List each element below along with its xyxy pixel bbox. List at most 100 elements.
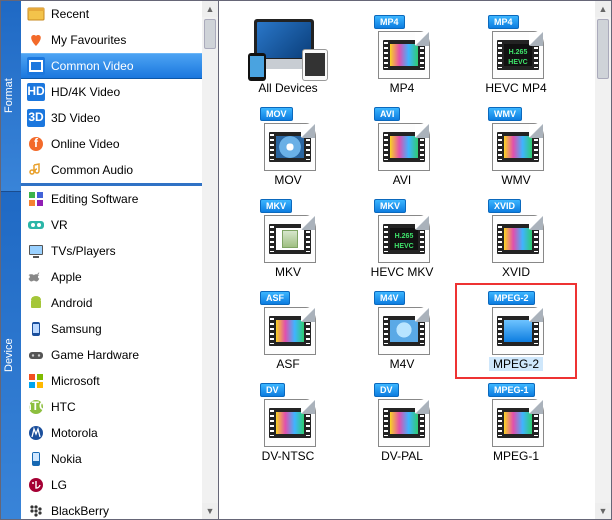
format-caption: MP4 bbox=[390, 81, 415, 95]
sidebar-item-label: LG bbox=[51, 478, 67, 492]
sidebar-item-common-audio[interactable]: Common Audio bbox=[21, 157, 202, 183]
format-tile-wmv[interactable]: WMV WMV bbox=[461, 105, 571, 189]
editing-icon bbox=[27, 190, 45, 208]
format-file-icon: MOV bbox=[256, 109, 320, 171]
format-caption: WMV bbox=[501, 173, 530, 187]
sidebar-scrollbar[interactable]: ▲ ▼ bbox=[202, 1, 218, 519]
sidebar-item-apple[interactable]: Apple bbox=[21, 264, 202, 290]
format-caption: M4V bbox=[390, 357, 415, 371]
sidebar-item-label: Android bbox=[51, 296, 92, 310]
format-tile-mpeg-1[interactable]: MPEG-1 MPEG-1 bbox=[461, 381, 571, 465]
sidebar-item-lg[interactable]: LG bbox=[21, 472, 202, 498]
scroll-thumb[interactable] bbox=[204, 19, 216, 49]
online-icon: f bbox=[27, 135, 45, 153]
format-tile-xvid[interactable]: XVID XVID bbox=[461, 197, 571, 281]
main-scrollbar[interactable]: ▲ ▼ bbox=[595, 1, 611, 519]
format-file-icon: MP4 bbox=[484, 17, 548, 79]
sidebar-item-motorola[interactable]: Motorola bbox=[21, 420, 202, 446]
sidebar-item-label: Apple bbox=[51, 270, 82, 284]
format-file-icon: DV bbox=[370, 385, 434, 447]
scroll-up-icon[interactable]: ▲ bbox=[202, 1, 218, 17]
all-devices-icon bbox=[248, 17, 328, 79]
format-tile-asf[interactable]: ASF ASF bbox=[233, 289, 343, 373]
game-icon bbox=[27, 346, 45, 364]
format-caption: XVID bbox=[502, 265, 530, 279]
format-file-icon: ASF bbox=[256, 293, 320, 355]
format-badge: MKV bbox=[260, 199, 292, 213]
sidebar-item-label: Game Hardware bbox=[51, 348, 139, 362]
scroll-down-icon[interactable]: ▼ bbox=[595, 503, 611, 519]
format-file-icon: DV bbox=[256, 385, 320, 447]
sidebar-item-recent[interactable]: Recent bbox=[21, 1, 202, 27]
sidebar-rails: Format Device bbox=[1, 1, 21, 519]
htc-icon: hTC bbox=[27, 398, 45, 416]
format-file-icon: AVI bbox=[370, 109, 434, 171]
rail-device[interactable]: Device bbox=[1, 192, 21, 519]
scroll-thumb[interactable] bbox=[597, 19, 609, 79]
format-tile-dv-pal[interactable]: DV DV-PAL bbox=[347, 381, 457, 465]
format-badge: AVI bbox=[374, 107, 400, 121]
sidebar-item-hd-4k-video[interactable]: HDHD/4K Video bbox=[21, 79, 202, 105]
sidebar-item-label: VR bbox=[51, 218, 68, 232]
sidebar-item-samsung[interactable]: Samsung bbox=[21, 316, 202, 342]
sidebar-item-blackberry[interactable]: BlackBerry bbox=[21, 498, 202, 519]
recent-icon bbox=[27, 5, 45, 23]
motorola-icon bbox=[27, 424, 45, 442]
svg-text:3D: 3D bbox=[28, 110, 44, 124]
format-tile-all-devices[interactable]: All Devices bbox=[233, 13, 343, 97]
format-tile-mp4[interactable]: MP4 MP4 bbox=[347, 13, 457, 97]
format-tile-avi[interactable]: AVI AVI bbox=[347, 105, 457, 189]
scroll-up-icon[interactable]: ▲ bbox=[595, 1, 611, 17]
format-file-icon: MPEG-2 bbox=[484, 293, 548, 355]
heart-icon bbox=[27, 31, 45, 49]
format-badge: MKV bbox=[374, 199, 406, 213]
sidebar-item-label: Common Audio bbox=[51, 163, 133, 177]
svg-text:HD: HD bbox=[27, 84, 45, 98]
format-caption: DV-PAL bbox=[381, 449, 423, 463]
sidebar-item-tvs-players[interactable]: TVs/Players bbox=[21, 238, 202, 264]
sidebar-item-label: Microsoft bbox=[51, 374, 100, 388]
scroll-down-icon[interactable]: ▼ bbox=[202, 503, 218, 519]
format-caption: All Devices bbox=[258, 81, 317, 95]
tv-icon bbox=[27, 242, 45, 260]
format-badge: MP4 bbox=[374, 15, 405, 29]
sidebar-item-android[interactable]: Android bbox=[21, 290, 202, 316]
sidebar-item-game-hardware[interactable]: Game Hardware bbox=[21, 342, 202, 368]
sidebar-item-my-favourites[interactable]: My Favourites bbox=[21, 27, 202, 53]
format-caption: MPEG-1 bbox=[493, 449, 539, 463]
sidebar-item-3d-video[interactable]: 3D 3D Video bbox=[21, 105, 202, 131]
format-tile-dv-ntsc[interactable]: DV DV-NTSC bbox=[233, 381, 343, 465]
vr-icon bbox=[27, 216, 45, 234]
sidebar-item-label: Online Video bbox=[51, 137, 120, 151]
format-tile-m4v[interactable]: M4V M4V bbox=[347, 289, 457, 373]
format-tile-mkv[interactable]: MKV MKV bbox=[233, 197, 343, 281]
sidebar-item-label: 3D Video bbox=[51, 111, 100, 125]
format-caption: MPEG-2 bbox=[489, 357, 543, 371]
format-tile-mov[interactable]: MOV MOV bbox=[233, 105, 343, 189]
format-badge: XVID bbox=[488, 199, 521, 213]
sidebar-item-microsoft[interactable]: Microsoft bbox=[21, 368, 202, 394]
apple-icon bbox=[27, 268, 45, 286]
sidebar-item-common-video[interactable]: Common Video bbox=[21, 53, 202, 79]
sidebar-item-editing-software[interactable]: Editing Software bbox=[21, 186, 202, 212]
sidebar-item-online-video[interactable]: f Online Video bbox=[21, 131, 202, 157]
format-file-icon: WMV bbox=[484, 109, 548, 171]
sidebar-item-label: TVs/Players bbox=[51, 244, 116, 258]
format-caption: MKV bbox=[275, 265, 301, 279]
sidebar-item-nokia[interactable]: Nokia bbox=[21, 446, 202, 472]
format-badge: M4V bbox=[374, 291, 405, 305]
sidebar-item-htc[interactable]: hTCHTC bbox=[21, 394, 202, 420]
sidebar-categories: RecentMy FavouritesCommon VideoHDHD/4K V… bbox=[21, 1, 202, 519]
format-badge: MPEG-2 bbox=[488, 291, 535, 305]
format-caption: HEVC MKV bbox=[371, 265, 434, 279]
sidebar-item-vr[interactable]: VR bbox=[21, 212, 202, 238]
format-file-icon: MPEG-1 bbox=[484, 385, 548, 447]
video-icon bbox=[27, 57, 45, 75]
rail-format[interactable]: Format bbox=[1, 1, 21, 191]
format-tile-hevc-mkv[interactable]: MKV HEVC MKV bbox=[347, 197, 457, 281]
sidebar-item-label: Motorola bbox=[51, 426, 98, 440]
format-tile-hevc-mp4[interactable]: MP4 HEVC MP4 bbox=[461, 13, 571, 97]
sidebar-item-label: Editing Software bbox=[51, 192, 138, 206]
format-badge: MP4 bbox=[488, 15, 519, 29]
format-tile-mpeg-2[interactable]: MPEG-2 MPEG-2 bbox=[461, 289, 571, 373]
